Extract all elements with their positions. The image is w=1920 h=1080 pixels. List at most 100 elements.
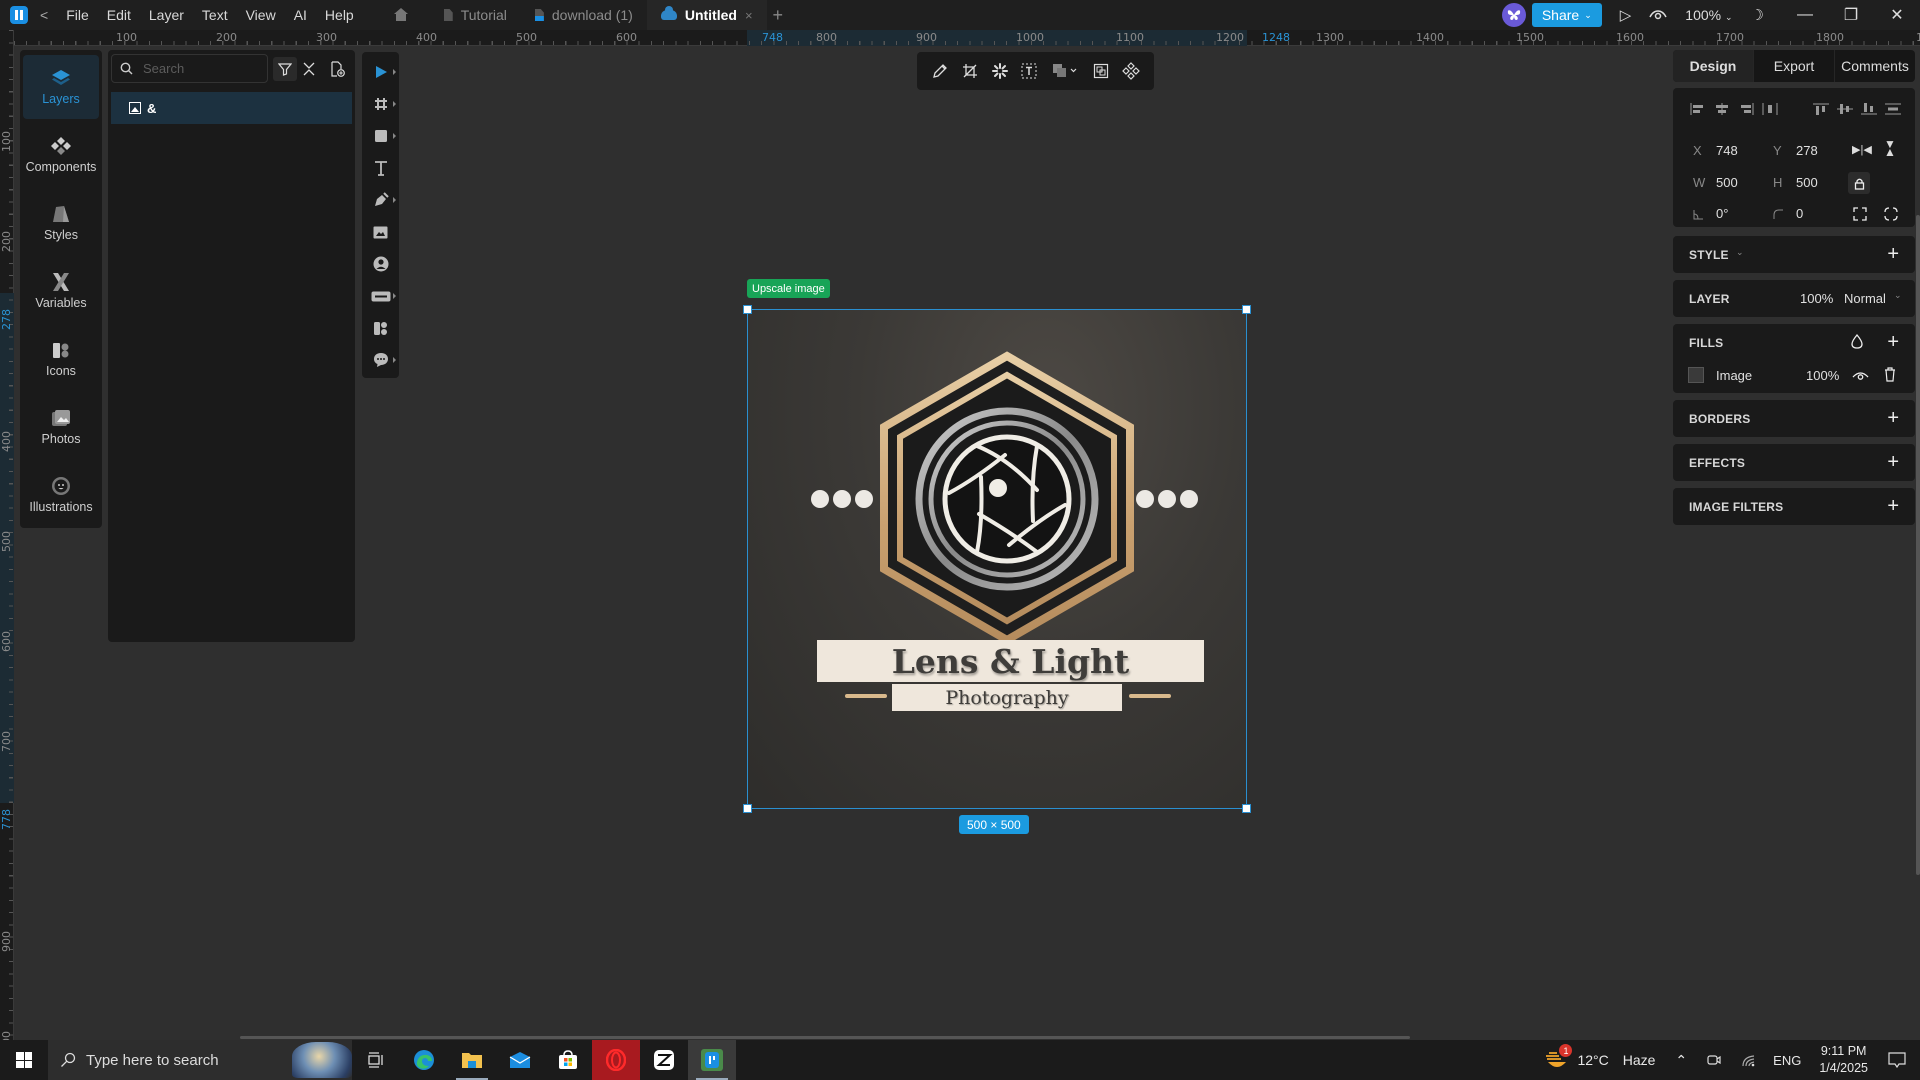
sidebar-item-layers[interactable]: Layers (23, 55, 99, 119)
sidebar-item-styles[interactable]: Styles (23, 191, 99, 255)
align-center-h-icon[interactable] (1714, 103, 1730, 115)
share-button[interactable]: Share ⌄ (1531, 3, 1602, 27)
start-button[interactable] (0, 1040, 48, 1080)
weather-widget[interactable]: 1 12°C Haze (1545, 1044, 1655, 1070)
align-right-icon[interactable] (1738, 103, 1754, 115)
add-fill-button[interactable]: + (1887, 332, 1899, 352)
flip-horizontal-icon[interactable]: ▶|◀ (1852, 143, 1872, 156)
x-input[interactable]: 748 (1716, 143, 1738, 158)
tab-design[interactable]: Design (1673, 50, 1754, 82)
corner-radius-input[interactable]: 0 (1796, 206, 1803, 221)
add-page-button[interactable] (325, 57, 349, 81)
fullscreen-icon[interactable] (1853, 207, 1867, 221)
distribute-horizontal-icon[interactable] (1762, 103, 1778, 115)
blend-mode-select[interactable]: Normal (1844, 291, 1886, 306)
new-tab-button[interactable]: + (773, 5, 784, 26)
menu-help[interactable]: Help (325, 7, 354, 23)
tab-comments[interactable]: Comments (1835, 50, 1915, 82)
layer-search-input[interactable] (143, 61, 253, 76)
menu-view[interactable]: View (246, 7, 276, 23)
add-style-button[interactable]: + (1887, 244, 1899, 264)
text-tool[interactable] (362, 152, 399, 184)
close-button[interactable]: ✕ (1874, 5, 1920, 25)
layer-opacity[interactable]: 100% (1800, 291, 1833, 306)
canvas-scrollbar[interactable] (1916, 215, 1920, 875)
layer-item[interactable]: & (111, 92, 352, 124)
text-extract-icon[interactable] (1018, 60, 1040, 82)
align-left-icon[interactable] (1690, 103, 1706, 115)
y-input[interactable]: 278 (1796, 143, 1818, 158)
chevron-down-icon[interactable]: ⌄ (1736, 247, 1744, 258)
independent-corners-icon[interactable] (1884, 207, 1898, 221)
upscale-image-button[interactable]: Upscale image (747, 279, 830, 298)
layer-search[interactable] (111, 54, 268, 83)
menu-text[interactable]: Text (202, 7, 228, 23)
microsoft-store-app[interactable] (544, 1040, 592, 1080)
restore-button[interactable]: ❐ (1828, 5, 1874, 25)
image-fill-swatch[interactable] (1688, 367, 1704, 383)
add-effect-button[interactable]: + (1887, 452, 1899, 472)
preview-eye-icon[interactable] (1649, 7, 1667, 24)
app-logo-icon[interactable] (10, 6, 28, 24)
visibility-eye-icon[interactable] (1852, 369, 1869, 381)
sidebar-item-illustrations[interactable]: Illustrations (23, 463, 99, 527)
edge-app[interactable] (400, 1040, 448, 1080)
show-hidden-icons-chevron-up-icon[interactable]: ⌃ (1675, 1052, 1687, 1069)
clock[interactable]: 9:11 PM 1/4/2025 (1819, 1043, 1868, 1077)
crop-icon[interactable] (959, 60, 981, 82)
collapse-all-button[interactable] (297, 57, 321, 81)
filter-button[interactable] (273, 57, 297, 81)
button-tool[interactable] (362, 280, 399, 312)
edit-pencil-icon[interactable] (929, 60, 951, 82)
sidebar-item-icons[interactable]: Icons (23, 327, 99, 391)
frame-tool[interactable] (362, 88, 399, 120)
rotation-input[interactable]: 0° (1716, 206, 1728, 221)
height-input[interactable]: 500 (1796, 175, 1818, 190)
minimize-button[interactable]: — (1782, 6, 1828, 24)
image-tool[interactable] (362, 216, 399, 248)
avatar-tool[interactable] (362, 248, 399, 280)
file-explorer-app[interactable] (448, 1040, 496, 1080)
capcut-app[interactable] (640, 1040, 688, 1080)
comment-tool[interactable] (362, 344, 399, 376)
close-tab-icon[interactable]: × (745, 8, 753, 23)
tab-export[interactable]: Export (1754, 50, 1835, 82)
zoom-select[interactable]: 100% ⌄ (1685, 7, 1732, 23)
select-tool[interactable] (362, 56, 399, 88)
sidebar-item-components[interactable]: Components (23, 123, 99, 187)
components-diamond-icon[interactable] (1120, 60, 1142, 82)
language-indicator[interactable]: ENG (1773, 1053, 1801, 1068)
wifi-icon[interactable] (1741, 1053, 1757, 1067)
fill-item[interactable]: Image 100% (1688, 366, 1900, 386)
notifications-icon[interactable] (1888, 1052, 1906, 1068)
home-icon[interactable] (393, 8, 408, 22)
rectangle-tool[interactable] (362, 120, 399, 152)
component-tool[interactable] (362, 312, 399, 344)
menu-file[interactable]: File (66, 7, 89, 23)
trash-icon[interactable] (1884, 367, 1896, 382)
back-button[interactable]: < (40, 7, 48, 23)
sidebar-item-photos[interactable]: Photos (23, 395, 99, 459)
align-middle-v-icon[interactable] (1837, 103, 1853, 115)
mask-icon[interactable] (1048, 60, 1082, 82)
align-top-icon[interactable] (1813, 103, 1829, 115)
add-image-filter-button[interactable]: + (1887, 496, 1899, 516)
canvas-image[interactable]: Lens & Light Photography (747, 309, 1247, 809)
fit-frame-icon[interactable] (1090, 60, 1112, 82)
tab-tutorial[interactable]: Tutorial (430, 0, 521, 30)
flip-vertical-icon[interactable]: ▼ ▲ (1884, 138, 1896, 158)
dark-mode-moon-icon[interactable]: ☽ (1751, 6, 1764, 24)
menu-ai[interactable]: AI (294, 7, 307, 23)
width-input[interactable]: 500 (1716, 175, 1738, 190)
sidebar-item-variables[interactable]: Variables (23, 259, 99, 323)
aspect-lock-button[interactable] (1848, 172, 1870, 194)
play-icon[interactable]: ▷ (1620, 6, 1632, 24)
mail-app[interactable] (496, 1040, 544, 1080)
distribute-vertical-icon[interactable] (1885, 103, 1901, 115)
color-drop-icon[interactable] (1851, 334, 1863, 349)
menu-layer[interactable]: Layer (149, 7, 184, 23)
align-bottom-icon[interactable] (1861, 103, 1877, 115)
pen-tool[interactable] (362, 184, 399, 216)
fill-opacity[interactable]: 100% (1806, 368, 1839, 383)
task-view-button[interactable] (352, 1040, 400, 1080)
